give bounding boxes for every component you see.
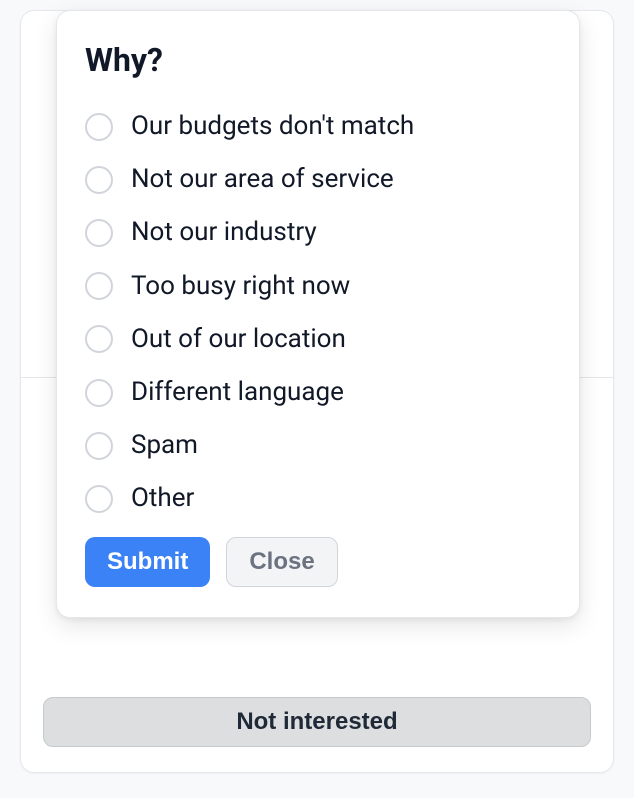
radio-icon: [85, 432, 113, 460]
submit-label: Submit: [107, 548, 188, 576]
option-label: Spam: [131, 430, 198, 461]
option-industry[interactable]: Not our industry: [85, 217, 551, 248]
popover-title: Why?: [85, 41, 551, 79]
option-label: Not our industry: [131, 217, 317, 248]
option-language[interactable]: Different language: [85, 377, 551, 408]
radio-icon: [85, 272, 113, 300]
radio-icon: [85, 379, 113, 407]
option-label: Different language: [131, 377, 344, 408]
radio-icon: [85, 166, 113, 194]
option-label: Not our area of service: [131, 164, 394, 195]
submit-button[interactable]: Submit: [85, 537, 210, 587]
close-label: Close: [249, 548, 314, 576]
reason-popover: Why? Our budgets don't match Not our are…: [56, 10, 580, 618]
radio-icon: [85, 219, 113, 247]
option-label: Other: [131, 483, 194, 514]
option-location[interactable]: Out of our location: [85, 324, 551, 355]
option-spam[interactable]: Spam: [85, 430, 551, 461]
not-interested-label: Not interested: [236, 708, 397, 736]
popover-button-row: Submit Close: [85, 537, 551, 587]
option-label: Out of our location: [131, 324, 346, 355]
radio-icon: [85, 325, 113, 353]
option-area-of-service[interactable]: Not our area of service: [85, 164, 551, 195]
option-label: Our budgets don't match: [131, 111, 414, 142]
close-button[interactable]: Close: [226, 537, 337, 587]
option-label: Too busy right now: [131, 271, 350, 302]
option-too-busy[interactable]: Too busy right now: [85, 271, 551, 302]
radio-icon: [85, 113, 113, 141]
option-budgets[interactable]: Our budgets don't match: [85, 111, 551, 142]
not-interested-button[interactable]: Not interested: [43, 697, 591, 747]
radio-icon: [85, 485, 113, 513]
option-other[interactable]: Other: [85, 483, 551, 514]
